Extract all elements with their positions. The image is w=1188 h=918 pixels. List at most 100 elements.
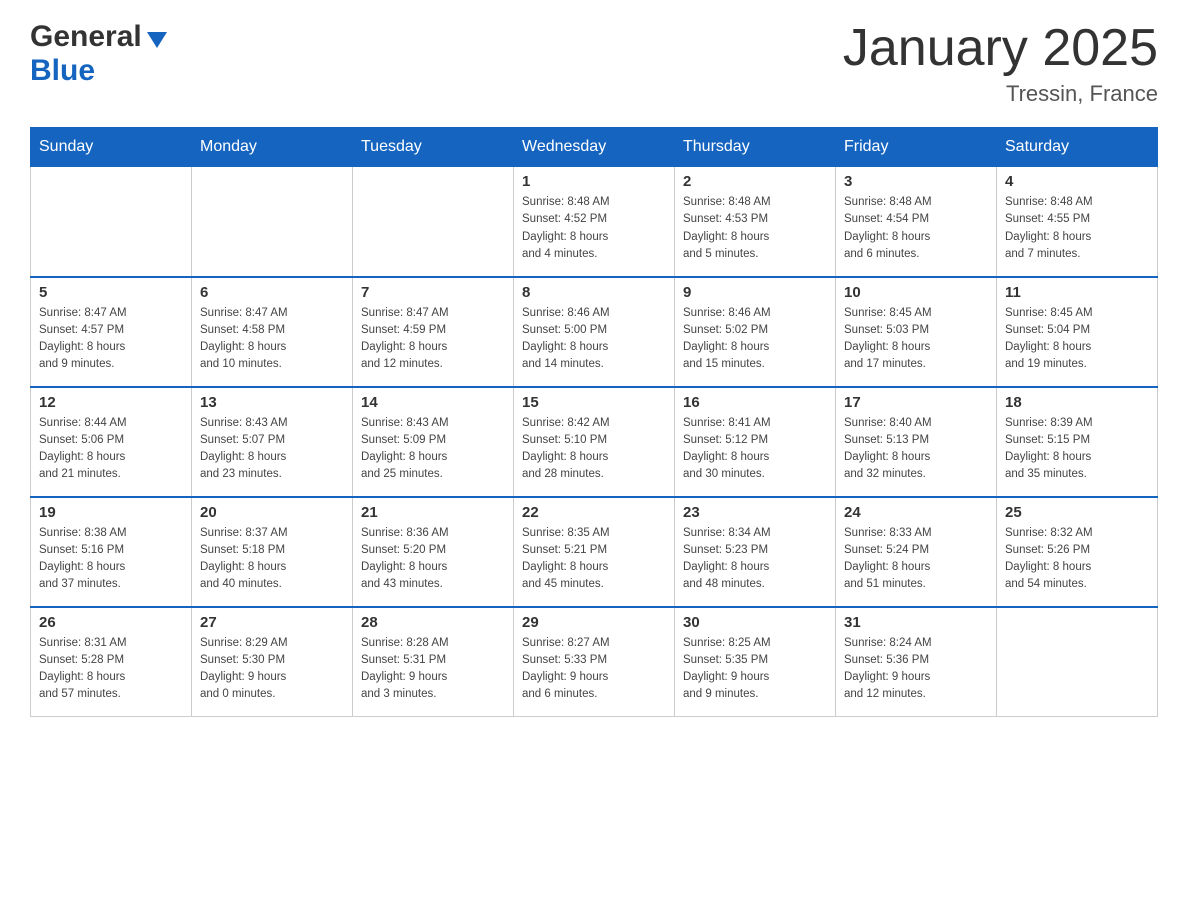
day-info: Sunrise: 8:31 AMSunset: 5:28 PMDaylight:… [39,635,183,704]
calendar-week-5: 26 Sunrise: 8:31 AMSunset: 5:28 PMDayligh… [31,607,1158,717]
day-info: Sunrise: 8:27 AMSunset: 5:33 PMDaylight:… [522,635,666,704]
logo-triangle-icon [147,32,167,48]
day-info: Sunrise: 8:40 AMSunset: 5:13 PMDaylight:… [844,415,988,484]
day-info: Sunrise: 8:46 AMSunset: 5:00 PMDaylight:… [522,305,666,374]
day-info: Sunrise: 8:48 AMSunset: 4:54 PMDaylight:… [844,194,988,263]
calendar-day-18: 18Sunrise: 8:39 AMSunset: 5:15 PMDayligh… [997,387,1158,497]
day-info: Sunrise: 8:24 AMSunset: 5:36 PMDaylight:… [844,635,988,704]
calendar-day-27: 27 Sunrise: 8:29 AMSunset: 5:30 PMDayligh… [192,607,353,717]
calendar-header-wednesday: Wednesday [514,128,675,167]
day-number: 5 [39,284,183,301]
day-number: 8 [522,284,666,301]
day-number: 1 [522,173,666,190]
calendar-header-row: SundayMondayTuesdayWednesdayThursdayFrid… [31,128,1158,167]
day-number: 10 [844,284,988,301]
day-number: 30 [683,614,827,631]
calendar-week-3: 12 Sunrise: 8:44 AMSunset: 5:06 PMDayligh… [31,387,1158,497]
calendar-day-22: 22Sunrise: 8:35 AMSunset: 5:21 PMDayligh… [514,497,675,607]
day-number: 29 [522,614,666,631]
day-info: Sunrise: 8:28 AMSunset: 5:31 PMDaylight:… [361,635,505,704]
logo: General Blue [30,20,167,88]
calendar-week-2: 5 Sunrise: 8:47 AMSunset: 4:57 PMDaylight… [31,277,1158,387]
day-number: 14 [361,394,505,411]
day-number: 27 [200,614,344,631]
month-title: January 2025 [843,20,1158,77]
calendar-empty-cell [192,167,353,277]
calendar-day-28: 28 Sunrise: 8:28 AMSunset: 5:31 PMDayligh… [353,607,514,717]
calendar-header-saturday: Saturday [997,128,1158,167]
day-number: 3 [844,173,988,190]
calendar-day-13: 13Sunrise: 8:43 AMSunset: 5:07 PMDayligh… [192,387,353,497]
day-number: 6 [200,284,344,301]
day-number: 24 [844,504,988,521]
calendar-header-tuesday: Tuesday [353,128,514,167]
calendar-day-8: 8 Sunrise: 8:46 AMSunset: 5:00 PMDaylight… [514,277,675,387]
calendar-header-sunday: Sunday [31,128,192,167]
day-number: 23 [683,504,827,521]
day-number: 28 [361,614,505,631]
day-number: 16 [683,394,827,411]
calendar-day-7: 7Sunrise: 8:47 AMSunset: 4:59 PMDaylight… [353,277,514,387]
day-number: 15 [522,394,666,411]
day-info: Sunrise: 8:43 AMSunset: 5:09 PMDaylight:… [361,415,505,484]
day-number: 17 [844,394,988,411]
calendar-day-6: 6 Sunrise: 8:47 AMSunset: 4:58 PMDaylight… [192,277,353,387]
day-info: Sunrise: 8:37 AMSunset: 5:18 PMDaylight:… [200,525,344,594]
calendar-day-5: 5 Sunrise: 8:47 AMSunset: 4:57 PMDaylight… [31,277,192,387]
calendar-day-2: 2 Sunrise: 8:48 AMSunset: 4:53 PMDaylight… [675,167,836,277]
calendar-header-thursday: Thursday [675,128,836,167]
calendar-empty-cell [31,167,192,277]
day-info: Sunrise: 8:42 AMSunset: 5:10 PMDaylight:… [522,415,666,484]
day-info: Sunrise: 8:35 AMSunset: 5:21 PMDaylight:… [522,525,666,594]
day-info: Sunrise: 8:45 AMSunset: 5:03 PMDaylight:… [844,305,988,374]
day-number: 9 [683,284,827,301]
day-number: 2 [683,173,827,190]
calendar-day-17: 17 Sunrise: 8:40 AMSunset: 5:13 PMDayligh… [836,387,997,497]
day-info: Sunrise: 8:47 AMSunset: 4:57 PMDaylight:… [39,305,183,374]
calendar-day-9: 9Sunrise: 8:46 AMSunset: 5:02 PMDaylight… [675,277,836,387]
day-info: Sunrise: 8:44 AMSunset: 5:06 PMDaylight:… [39,415,183,484]
day-info: Sunrise: 8:41 AMSunset: 5:12 PMDaylight:… [683,415,827,484]
page-header: General Blue January 2025 Tressin, Franc… [30,20,1158,107]
day-number: 12 [39,394,183,411]
day-number: 7 [361,284,505,301]
day-info: Sunrise: 8:43 AMSunset: 5:07 PMDaylight:… [200,415,344,484]
day-info: Sunrise: 8:29 AMSunset: 5:30 PMDaylight:… [200,635,344,704]
calendar-day-19: 19 Sunrise: 8:38 AMSunset: 5:16 PMDayligh… [31,497,192,607]
calendar-day-23: 23 Sunrise: 8:34 AMSunset: 5:23 PMDayligh… [675,497,836,607]
logo-blue-text: Blue [30,54,95,87]
day-number: 19 [39,504,183,521]
calendar-day-21: 21Sunrise: 8:36 AMSunset: 5:20 PMDayligh… [353,497,514,607]
day-info: Sunrise: 8:33 AMSunset: 5:24 PMDaylight:… [844,525,988,594]
calendar-day-11: 11 Sunrise: 8:45 AMSunset: 5:04 PMDayligh… [997,277,1158,387]
day-info: Sunrise: 8:48 AMSunset: 4:55 PMDaylight:… [1005,194,1149,263]
calendar-day-4: 4 Sunrise: 8:48 AMSunset: 4:55 PMDaylight… [997,167,1158,277]
location: Tressin, France [843,81,1158,107]
calendar-day-31: 31Sunrise: 8:24 AMSunset: 5:36 PMDayligh… [836,607,997,717]
day-number: 26 [39,614,183,631]
calendar-day-24: 24 Sunrise: 8:33 AMSunset: 5:24 PMDayligh… [836,497,997,607]
calendar-empty-cell [997,607,1158,717]
day-number: 25 [1005,504,1149,521]
day-number: 20 [200,504,344,521]
day-info: Sunrise: 8:34 AMSunset: 5:23 PMDaylight:… [683,525,827,594]
day-info: Sunrise: 8:32 AMSunset: 5:26 PMDaylight:… [1005,525,1149,594]
day-info: Sunrise: 8:38 AMSunset: 5:16 PMDaylight:… [39,525,183,594]
calendar-day-14: 14 Sunrise: 8:43 AMSunset: 5:09 PMDayligh… [353,387,514,497]
day-info: Sunrise: 8:48 AMSunset: 4:53 PMDaylight:… [683,194,827,263]
calendar-day-25: 25 Sunrise: 8:32 AMSunset: 5:26 PMDayligh… [997,497,1158,607]
day-info: Sunrise: 8:39 AMSunset: 5:15 PMDaylight:… [1005,415,1149,484]
calendar-week-1: 1Sunrise: 8:48 AMSunset: 4:52 PMDaylight… [31,167,1158,277]
calendar-empty-cell [353,167,514,277]
day-number: 21 [361,504,505,521]
calendar-header-monday: Monday [192,128,353,167]
day-number: 4 [1005,173,1149,190]
logo-general-text: General [30,20,142,54]
day-number: 11 [1005,284,1149,301]
calendar-day-10: 10 Sunrise: 8:45 AMSunset: 5:03 PMDayligh… [836,277,997,387]
calendar-day-20: 20 Sunrise: 8:37 AMSunset: 5:18 PMDayligh… [192,497,353,607]
day-info: Sunrise: 8:47 AMSunset: 4:58 PMDaylight:… [200,305,344,374]
day-info: Sunrise: 8:45 AMSunset: 5:04 PMDaylight:… [1005,305,1149,374]
calendar-day-3: 3 Sunrise: 8:48 AMSunset: 4:54 PMDaylight… [836,167,997,277]
calendar-day-16: 16 Sunrise: 8:41 AMSunset: 5:12 PMDayligh… [675,387,836,497]
